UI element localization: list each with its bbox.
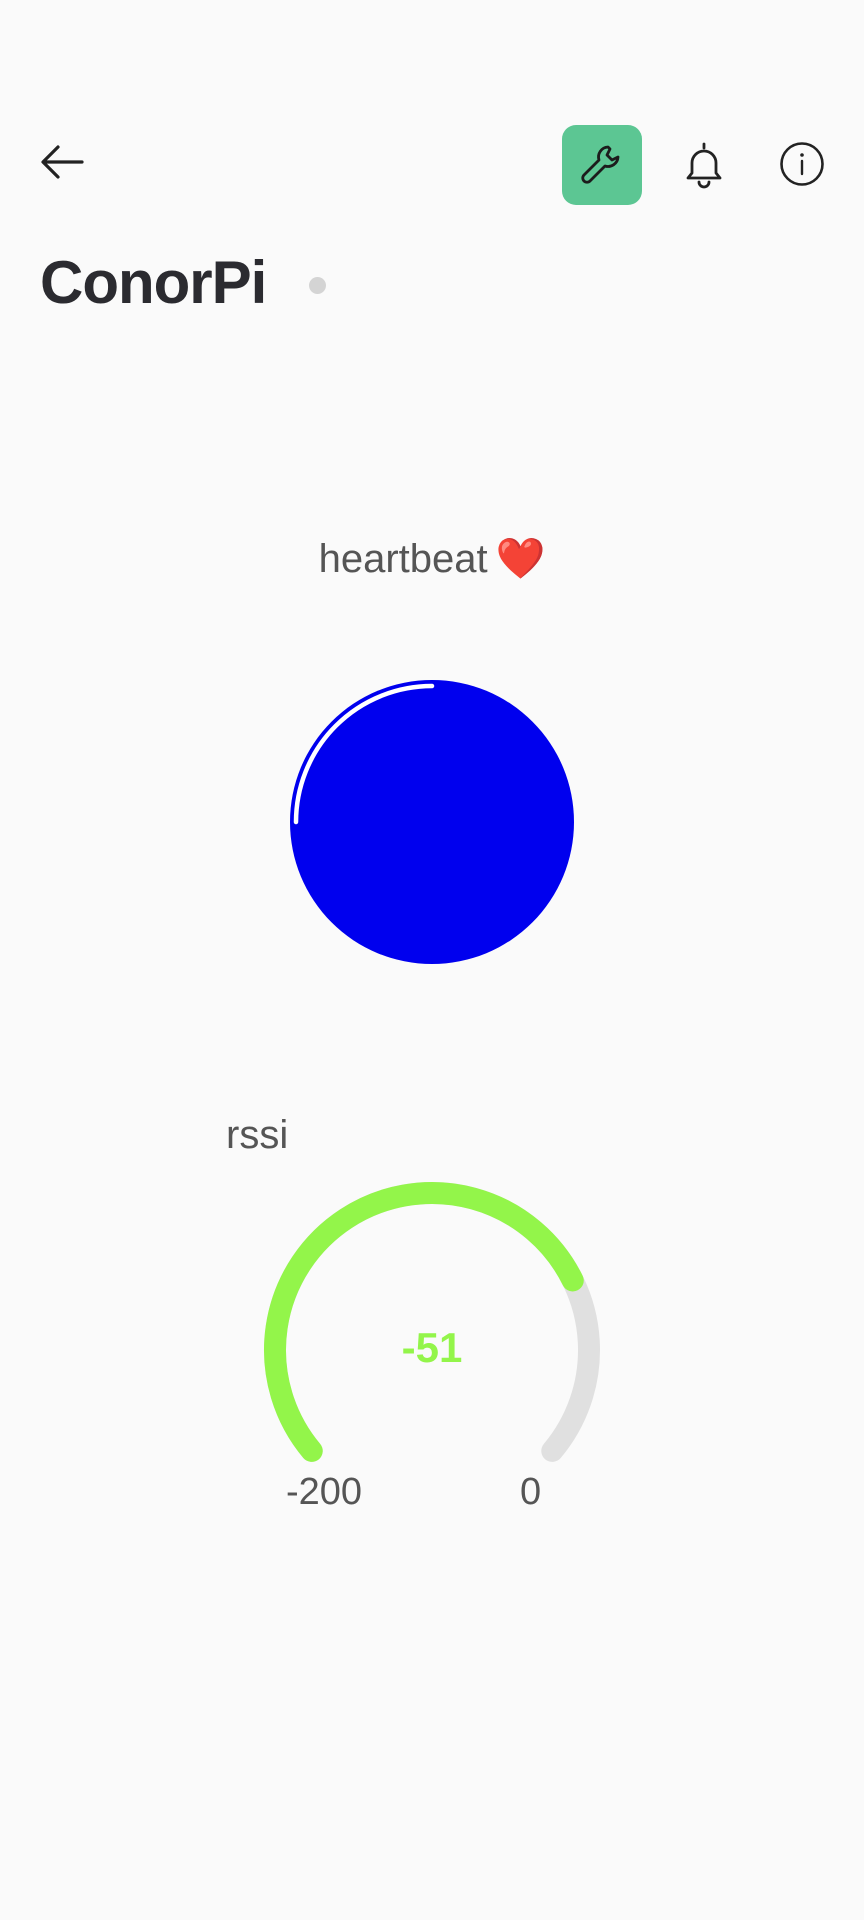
back-button[interactable] <box>30 130 94 194</box>
status-indicator <box>309 277 326 294</box>
heart-icon: ❤️ <box>495 537 546 581</box>
heartbeat-circle <box>290 680 574 964</box>
top-app-bar <box>0 0 864 240</box>
heartbeat-indicator <box>290 680 574 964</box>
heartbeat-label-text: heartbeat <box>318 537 488 581</box>
settings-button[interactable] <box>562 125 642 205</box>
rssi-max-label: 0 <box>520 1471 542 1513</box>
notifications-button[interactable] <box>670 130 738 198</box>
info-icon <box>780 142 824 186</box>
heartbeat-label: heartbeat ❤️ <box>0 534 864 584</box>
info-button[interactable] <box>768 130 836 198</box>
arrow-left-icon <box>41 145 84 179</box>
bell-icon <box>686 142 722 189</box>
page-title: ConorPi <box>40 249 267 316</box>
rssi-value: -51 <box>401 1324 463 1371</box>
wrench-icon <box>581 145 620 184</box>
rssi-min-label: -200 <box>286 1471 363 1513</box>
rssi-gauge <box>264 1182 600 1462</box>
